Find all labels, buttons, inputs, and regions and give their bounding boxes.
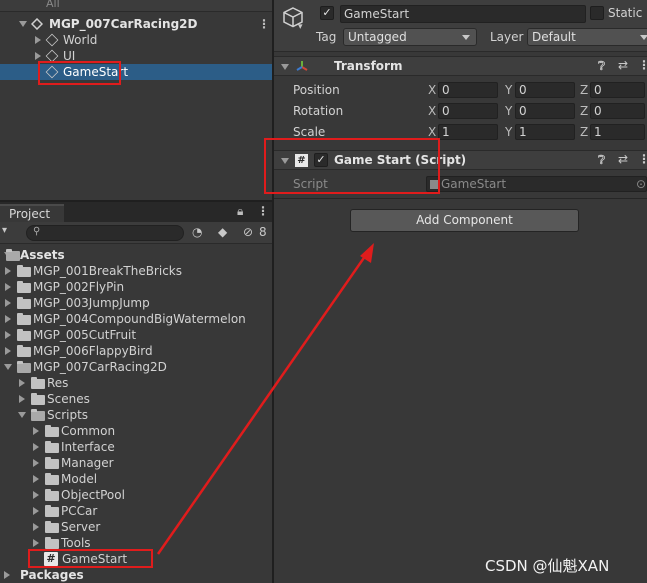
watermark: CSDN @仙魁XAN: [485, 557, 610, 575]
annotation-arrow: [156, 243, 374, 555]
